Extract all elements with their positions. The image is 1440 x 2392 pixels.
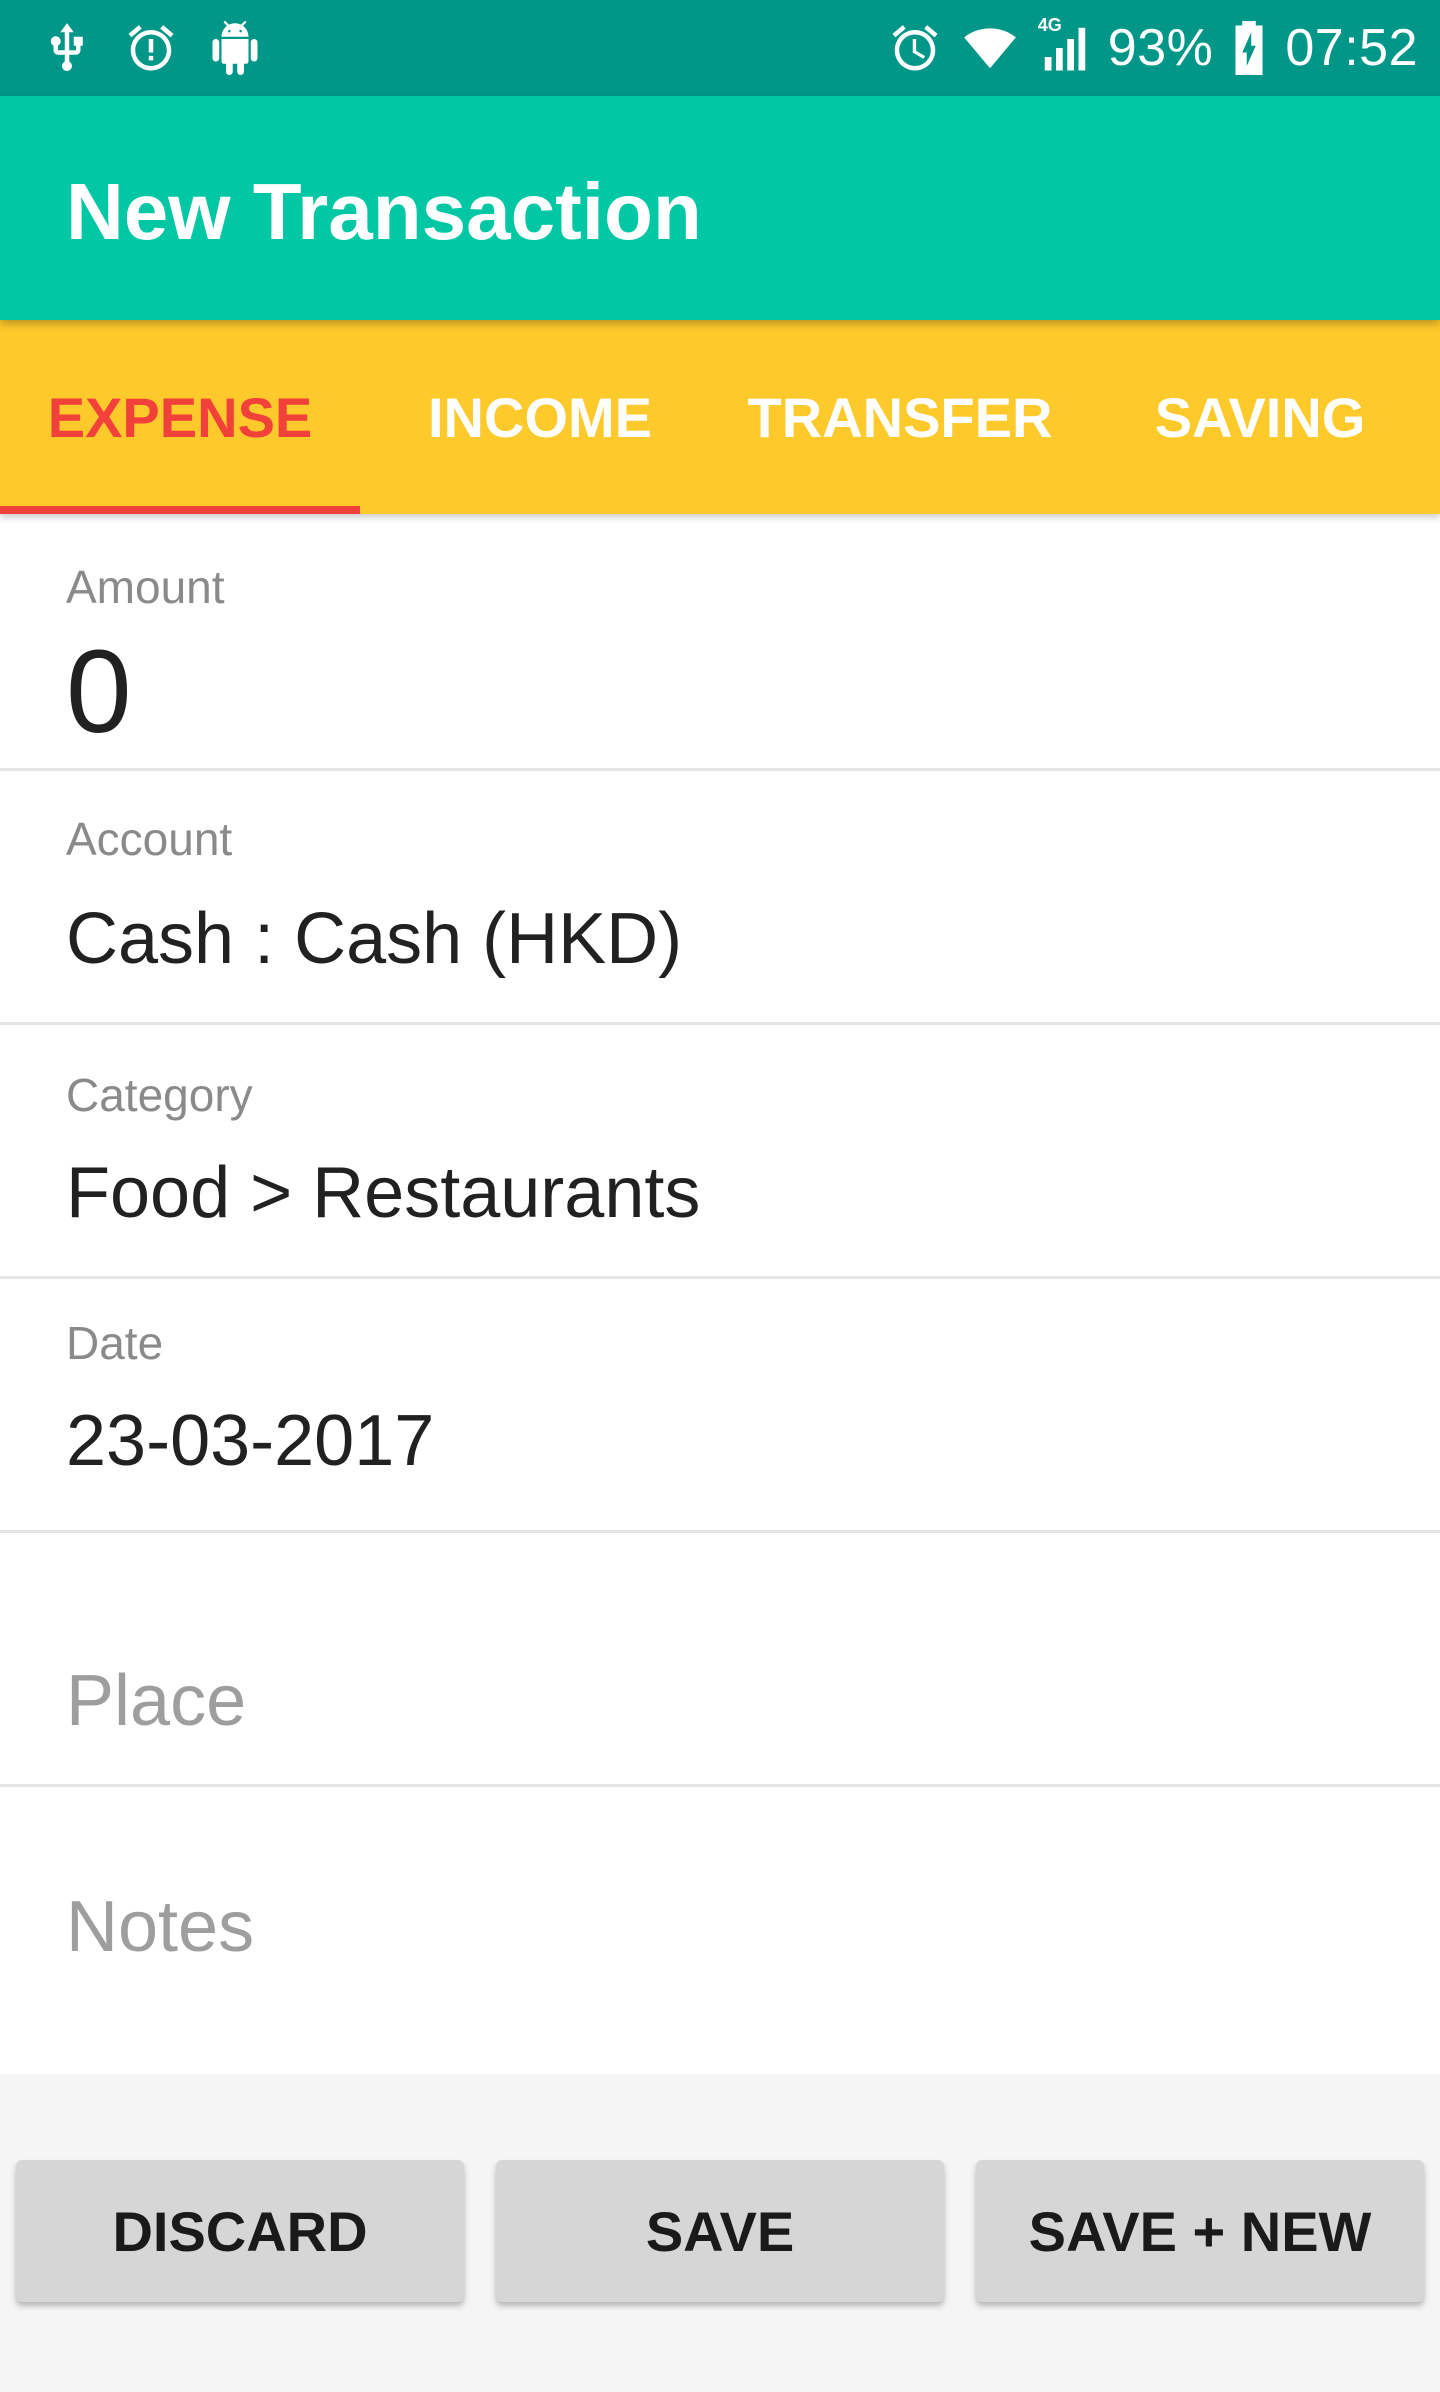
- notes-field[interactable]: Notes: [0, 1784, 1440, 2074]
- amount-field[interactable]: Amount 0: [0, 514, 1440, 771]
- date-value[interactable]: 23-03-2017: [66, 1400, 434, 1482]
- bottom-action-bar: DISCARD SAVE SAVE + NEW: [0, 2074, 1440, 2392]
- app-bar: New Transaction: [0, 96, 1440, 320]
- alarm-icon: [888, 21, 942, 75]
- active-tab-indicator: [0, 506, 360, 514]
- status-right-icons: 4G 93% 07:52: [888, 0, 1418, 96]
- network-label: 4G: [1037, 15, 1062, 35]
- save-button[interactable]: SAVE: [496, 2160, 944, 2302]
- page-title: New Transaction: [66, 167, 702, 256]
- place-field[interactable]: Place: [0, 1530, 1440, 1787]
- save-new-button[interactable]: SAVE + NEW: [976, 2160, 1424, 2302]
- account-label: Account: [66, 813, 233, 865]
- amount-label: Amount: [66, 561, 225, 613]
- notes-input[interactable]: Notes: [66, 1886, 254, 1968]
- date-label: Date: [66, 1317, 164, 1369]
- discard-button[interactable]: DISCARD: [16, 2160, 464, 2302]
- tab-income[interactable]: INCOME: [360, 320, 720, 514]
- amount-value[interactable]: 0: [66, 624, 132, 760]
- tab-expense[interactable]: EXPENSE: [0, 320, 360, 514]
- place-input[interactable]: Place: [66, 1660, 246, 1742]
- status-bar: 4G 93% 07:52: [0, 0, 1440, 96]
- clock: 07:52: [1285, 19, 1418, 77]
- battery-charging-icon: [1229, 21, 1269, 75]
- category-field[interactable]: Category Food > Restaurants: [0, 1022, 1440, 1279]
- tab-saving[interactable]: SAVING: [1080, 320, 1440, 514]
- transaction-type-tabs: EXPENSE INCOME TRANSFER SAVING: [0, 320, 1440, 514]
- account-value[interactable]: Cash : Cash (HKD): [66, 898, 682, 980]
- usb-icon: [40, 21, 94, 75]
- battery-percent: 93%: [1107, 19, 1214, 77]
- transaction-form: Amount 0 Account Cash : Cash (HKD) Categ…: [0, 514, 1440, 2074]
- status-left-icons: [40, 0, 262, 96]
- account-field[interactable]: Account Cash : Cash (HKD): [0, 768, 1440, 1025]
- category-value[interactable]: Food > Restaurants: [66, 1152, 700, 1234]
- signal-4g-icon: 4G: [1038, 15, 1092, 75]
- date-field[interactable]: Date 23-03-2017: [0, 1276, 1440, 1533]
- tab-transfer[interactable]: TRANSFER: [720, 320, 1080, 514]
- category-label: Category: [66, 1069, 253, 1121]
- alarm-warning-icon: [124, 21, 178, 75]
- wifi-icon: [958, 21, 1022, 75]
- android-debug-icon: [208, 21, 262, 75]
